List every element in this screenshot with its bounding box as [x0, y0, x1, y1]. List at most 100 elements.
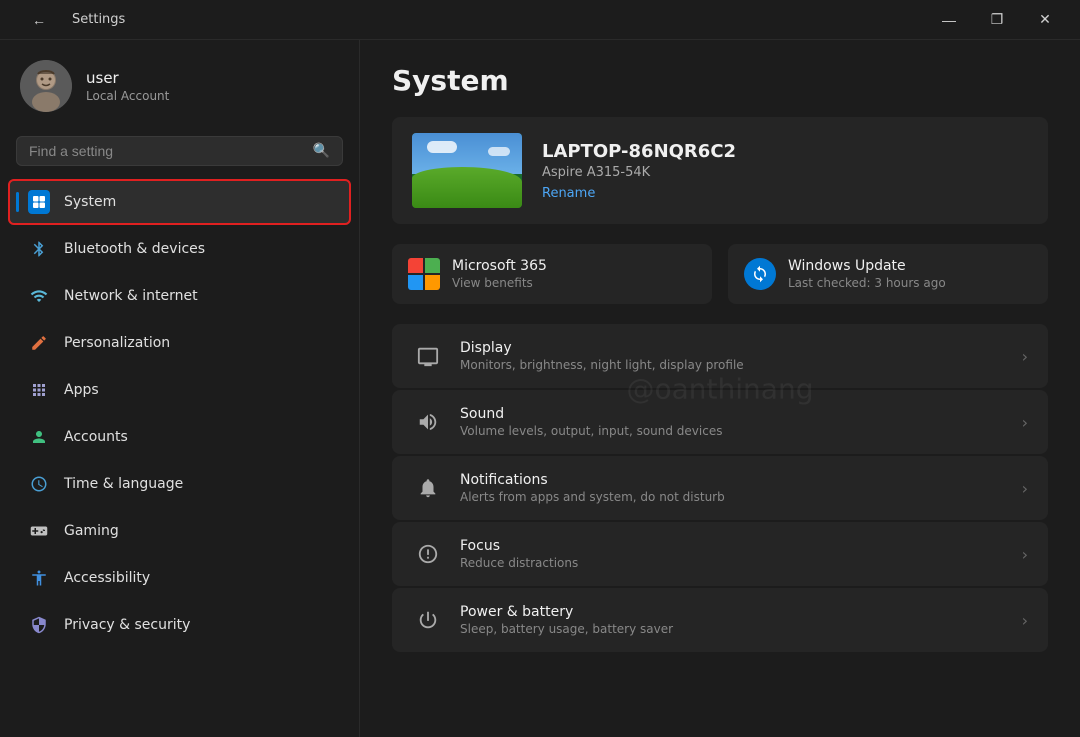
accessibility-icon — [28, 567, 50, 589]
search-icon: 🔍 — [313, 143, 330, 159]
device-card: LAPTOP-86NQR6C2 Aspire A315-54K Rename — [392, 117, 1048, 224]
titlebar: ← Settings — ❐ ✕ — [0, 0, 1080, 40]
sidebar-item-accounts[interactable]: Accounts — [8, 414, 351, 460]
notifications-icon — [412, 472, 444, 504]
sidebar-item-personalization[interactable]: Personalization — [8, 320, 351, 366]
back-icon: ← — [32, 12, 46, 28]
sidebar-item-system-label: System — [64, 194, 116, 210]
sidebar-item-apps[interactable]: Apps — [8, 367, 351, 413]
apps-icon — [28, 379, 50, 401]
sidebar-item-bluetooth-label: Bluetooth & devices — [64, 241, 205, 257]
sidebar-item-accessibility[interactable]: Accessibility — [8, 555, 351, 601]
sidebar-item-gaming[interactable]: Gaming — [8, 508, 351, 554]
personalization-icon — [28, 332, 50, 354]
main-content: @oanthinang System LAPTOP-86NQR6C2 Aspir… — [360, 40, 1080, 737]
user-name: user — [86, 69, 169, 87]
thumbnail-cloud1 — [427, 141, 457, 153]
power-title: Power & battery — [460, 604, 1006, 620]
power-row-text: Power & battery Sleep, battery usage, ba… — [460, 604, 1006, 636]
display-title: Display — [460, 340, 1006, 356]
sound-row-text: Sound Volume levels, output, input, soun… — [460, 406, 1006, 438]
sidebar-item-system[interactable]: System — [8, 179, 351, 225]
device-info: LAPTOP-86NQR6C2 Aspire A315-54K Rename — [542, 141, 736, 201]
sidebar-item-network[interactable]: Network & internet — [8, 273, 351, 319]
focus-icon — [412, 538, 444, 570]
user-account-type: Local Account — [86, 89, 169, 103]
focus-chevron: › — [1022, 545, 1028, 564]
app-container: user Local Account 🔍 — [0, 40, 1080, 737]
search-container: 🔍 — [0, 128, 359, 178]
minimize-icon: — — [942, 12, 956, 28]
sidebar-item-accounts-label: Accounts — [64, 429, 128, 445]
settings-row-focus[interactable]: Focus Reduce distractions › — [392, 522, 1048, 586]
titlebar-controls: — ❐ ✕ — [926, 4, 1068, 36]
tile-update-text: Windows Update Last checked: 3 hours ago — [788, 258, 946, 290]
thumbnail-hill — [412, 167, 522, 208]
focus-row-text: Focus Reduce distractions — [460, 538, 1006, 570]
device-name: LAPTOP-86NQR6C2 — [542, 141, 736, 162]
thumbnail-cloud2 — [488, 147, 510, 156]
maximize-button[interactable]: ❐ — [974, 4, 1020, 36]
m365-icon — [408, 258, 440, 290]
settings-row-sound[interactable]: Sound Volume levels, output, input, soun… — [392, 390, 1048, 454]
device-thumbnail — [412, 133, 522, 208]
tile-m365-text: Microsoft 365 View benefits — [452, 258, 547, 290]
power-subtitle: Sleep, battery usage, battery saver — [460, 622, 1006, 636]
sidebar-nav: System Bluetooth & devices Network & int… — [0, 178, 359, 649]
search-box[interactable]: 🔍 — [16, 136, 343, 166]
sidebar-item-bluetooth[interactable]: Bluetooth & devices — [8, 226, 351, 272]
accounts-icon — [28, 426, 50, 448]
focus-subtitle: Reduce distractions — [460, 556, 1006, 570]
sidebar-item-accessibility-label: Accessibility — [64, 570, 150, 586]
close-button[interactable]: ✕ — [1022, 4, 1068, 36]
close-icon: ✕ — [1039, 11, 1051, 28]
quick-tiles: Microsoft 365 View benefits Windows Upda… — [392, 244, 1048, 304]
sidebar: user Local Account 🔍 — [0, 40, 360, 737]
minimize-button[interactable]: — — [926, 4, 972, 36]
tile-m365-title: Microsoft 365 — [452, 258, 547, 274]
settings-row-notifications[interactable]: Notifications Alerts from apps and syste… — [392, 456, 1048, 520]
sound-icon — [412, 406, 444, 438]
tile-update-subtitle: Last checked: 3 hours ago — [788, 276, 946, 290]
avatar — [20, 60, 72, 112]
sidebar-item-privacy[interactable]: Privacy & security — [8, 602, 351, 648]
sidebar-item-time[interactable]: Time & language — [8, 461, 351, 507]
device-model: Aspire A315-54K — [542, 165, 736, 180]
quick-tile-update[interactable]: Windows Update Last checked: 3 hours ago — [728, 244, 1048, 304]
display-chevron: › — [1022, 347, 1028, 366]
sidebar-item-apps-label: Apps — [64, 382, 99, 398]
page-title: System — [392, 64, 1048, 97]
system-icon — [28, 191, 50, 213]
user-profile[interactable]: user Local Account — [0, 40, 359, 128]
settings-row-display[interactable]: Display Monitors, brightness, night ligh… — [392, 324, 1048, 388]
tile-update-title: Windows Update — [788, 258, 946, 274]
sidebar-item-network-label: Network & internet — [64, 288, 198, 304]
power-icon — [412, 604, 444, 636]
sidebar-item-personalization-label: Personalization — [64, 335, 170, 351]
quick-tile-m365[interactable]: Microsoft 365 View benefits — [392, 244, 712, 304]
notifications-subtitle: Alerts from apps and system, do not dist… — [460, 490, 1006, 504]
avatar-image — [20, 60, 72, 112]
search-input[interactable] — [29, 143, 305, 159]
device-rename-link[interactable]: Rename — [542, 186, 736, 201]
time-icon — [28, 473, 50, 495]
network-icon — [28, 285, 50, 307]
sound-subtitle: Volume levels, output, input, sound devi… — [460, 424, 1006, 438]
sound-chevron: › — [1022, 413, 1028, 432]
maximize-icon: ❐ — [991, 11, 1004, 28]
focus-title: Focus — [460, 538, 1006, 554]
settings-row-power[interactable]: Power & battery Sleep, battery usage, ba… — [392, 588, 1048, 652]
titlebar-title: Settings — [72, 12, 125, 27]
sound-title: Sound — [460, 406, 1006, 422]
notifications-chevron: › — [1022, 479, 1028, 498]
power-chevron: › — [1022, 611, 1028, 630]
privacy-icon — [28, 614, 50, 636]
display-icon — [412, 340, 444, 372]
notifications-row-text: Notifications Alerts from apps and syste… — [460, 472, 1006, 504]
settings-list: Display Monitors, brightness, night ligh… — [392, 324, 1048, 652]
back-button[interactable]: ← — [16, 4, 62, 36]
display-subtitle: Monitors, brightness, night light, displ… — [460, 358, 1006, 372]
sidebar-item-time-label: Time & language — [64, 476, 183, 492]
notifications-title: Notifications — [460, 472, 1006, 488]
update-icon — [744, 258, 776, 290]
